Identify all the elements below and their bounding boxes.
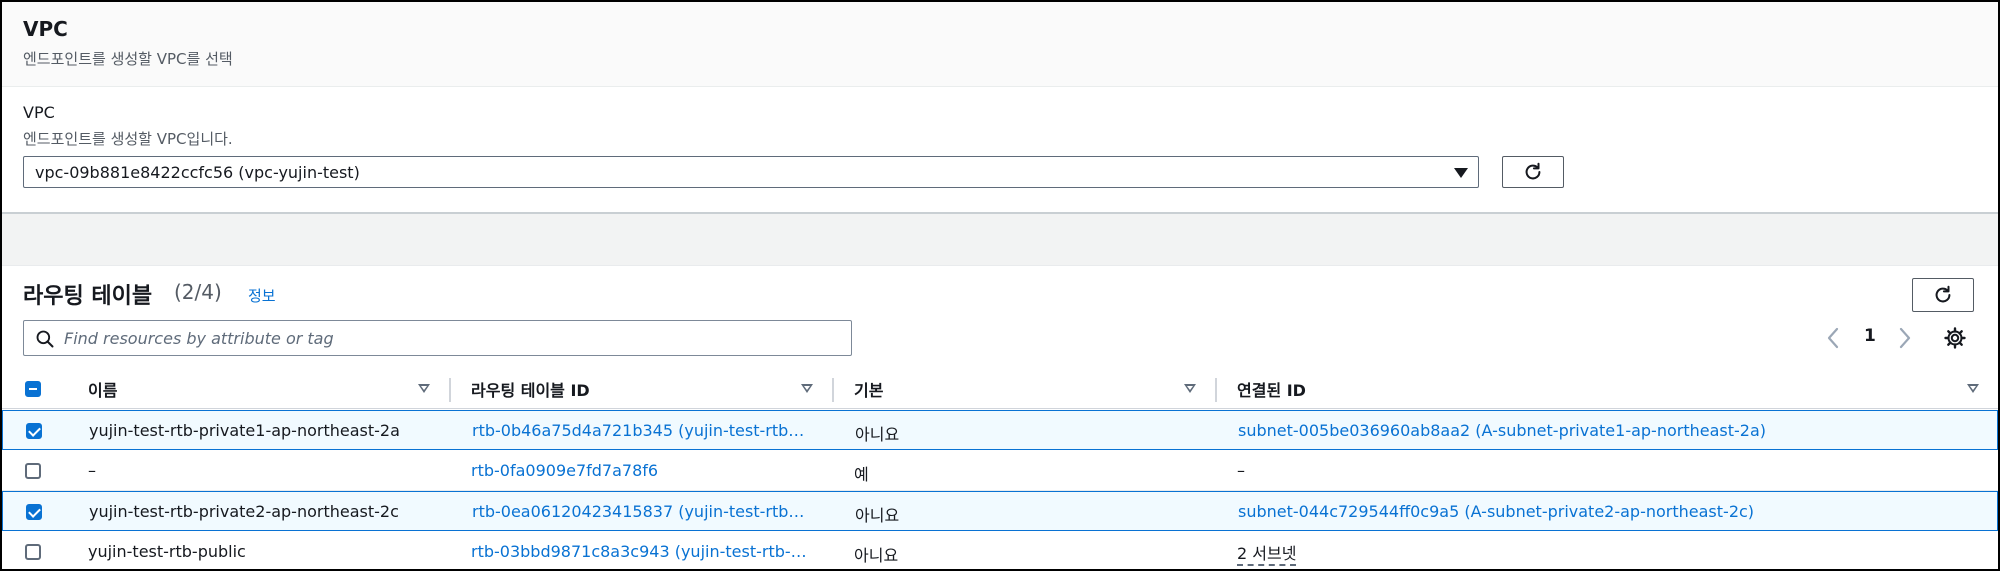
vpc-field-container: VPC 엔드포인트를 생성할 VPC입니다. vpc-09b881e8422cc… <box>2 87 1998 211</box>
endpoint-vpc-panel: VPC 엔드포인트를 생성할 VPC를 선택 VPC 엔드포인트를 생성할 VP… <box>0 0 2000 571</box>
row-main: 아니요 <box>855 506 900 525</box>
route-table-id-link[interactable]: rtb-0b46a75d4a721b345 (yujin-test-rtb-pr… <box>472 421 808 440</box>
route-table-id-link[interactable]: rtb-0fa0909e7fd7a78f6 <box>471 461 807 480</box>
search-input[interactable] <box>64 321 834 355</box>
row-name: yujin-test-rtb-public <box>88 542 246 561</box>
sort-icon[interactable] <box>801 384 813 393</box>
page-number[interactable]: 1 <box>1864 326 1876 346</box>
route-tables-refresh-button[interactable] <box>1912 278 1974 312</box>
route-table-id-link[interactable]: rtb-0ea06120423415837 (yujin-test-rtb-pr… <box>472 502 808 521</box>
route-tables-count: (2/4) <box>174 280 222 304</box>
row-checkbox[interactable] <box>26 423 42 439</box>
search-box <box>23 320 852 356</box>
row-checkbox[interactable] <box>25 544 41 560</box>
row-associated-id: – <box>1237 461 1245 480</box>
row-main: 아니요 <box>854 546 899 565</box>
row-name: yujin-test-rtb-private2-ap-northeast-2c <box>89 502 399 521</box>
section-divider <box>2 212 1998 266</box>
associated-id-link[interactable]: subnet-044c729544ff0c9a5 (A-subnet-priva… <box>1238 502 1978 521</box>
row-checkbox[interactable] <box>25 463 41 479</box>
row-main: 예 <box>854 465 869 484</box>
vpc-section-description: 엔드포인트를 생성할 VPC를 선택 <box>23 50 233 68</box>
subnet-count-popover[interactable]: 2 서브넷 <box>1237 540 1297 566</box>
vpc-field-label: VPC <box>23 103 55 122</box>
vpc-section-header: VPC 엔드포인트를 생성할 VPC를 선택 <box>2 2 1998 87</box>
vpc-select-value: vpc-09b881e8422ccfc56 (vpc-yujin-test) <box>35 163 360 182</box>
column-divider[interactable] <box>832 378 834 402</box>
vpc-refresh-button[interactable] <box>1502 156 1564 188</box>
table-row[interactable]: yujin-test-rtb-public rtb-03bbd9871c8a3c… <box>2 532 1998 569</box>
column-header-name[interactable]: 이름 <box>88 370 117 408</box>
chevron-right-icon[interactable] <box>1897 327 1913 349</box>
column-divider[interactable] <box>1215 378 1217 402</box>
table-row[interactable]: yujin-test-rtb-private1-ap-northeast-2a … <box>2 410 1998 450</box>
sort-icon[interactable] <box>418 384 430 393</box>
vpc-section-title: VPC <box>23 17 68 41</box>
row-checkbox[interactable] <box>26 504 42 520</box>
route-tables-title: 라우팅 테이블 <box>23 284 153 309</box>
vpc-field-description: 엔드포인트를 생성할 VPC입니다. <box>23 130 233 148</box>
table-header: 이름 라우팅 테이블 ID 기본 연결된 ID <box>2 370 1998 409</box>
sort-icon[interactable] <box>1967 384 1979 393</box>
select-all-checkbox[interactable] <box>25 381 41 397</box>
column-header-associated-id[interactable]: 연결된 ID <box>1237 370 1306 408</box>
row-name: – <box>88 461 96 480</box>
caret-down-icon <box>1454 168 1468 178</box>
table-row[interactable]: – rtb-0fa0909e7fd7a78f6 예 – <box>2 451 1998 491</box>
refresh-icon <box>1935 285 1951 303</box>
row-name: yujin-test-rtb-private1-ap-northeast-2a <box>89 421 400 440</box>
table-row[interactable]: yujin-test-rtb-private2-ap-northeast-2c … <box>2 491 1998 531</box>
info-link[interactable]: 정보 <box>248 285 276 306</box>
row-main: 아니요 <box>855 425 900 444</box>
vpc-select[interactable]: vpc-09b881e8422ccfc56 (vpc-yujin-test) <box>23 156 1479 188</box>
associated-id-link[interactable]: subnet-005be036960ab8aa2 (A-subnet-priva… <box>1238 421 1978 440</box>
gear-icon[interactable] <box>1943 326 1967 350</box>
refresh-icon <box>1525 162 1541 180</box>
column-divider[interactable] <box>449 378 451 402</box>
search-icon <box>36 330 54 348</box>
chevron-left-icon[interactable] <box>1825 327 1841 349</box>
column-header-route-table-id[interactable]: 라우팅 테이블 ID <box>471 370 590 408</box>
sort-icon[interactable] <box>1184 384 1196 393</box>
route-table-id-link[interactable]: rtb-03bbd9871c8a3c943 (yujin-test-rtb-pu… <box>471 542 807 561</box>
column-header-main[interactable]: 기본 <box>854 370 883 408</box>
